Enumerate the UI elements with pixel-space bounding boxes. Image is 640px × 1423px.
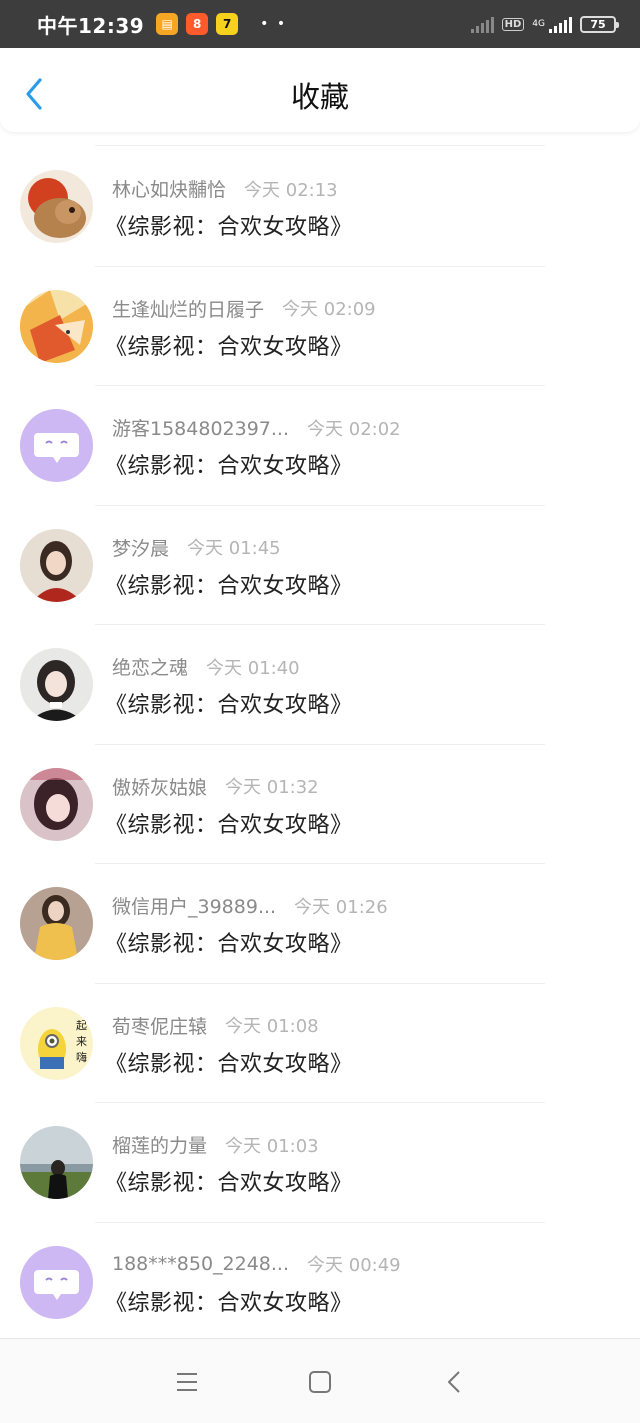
avatar[interactable] xyxy=(20,648,93,721)
list-item[interactable]: 188***850_2248... 今天 00:49 《综影视：合欢女攻略》 xyxy=(0,1223,640,1343)
avatar[interactable] xyxy=(20,528,93,602)
menu-icon xyxy=(177,1373,197,1391)
list-item[interactable]: 游客1584802397... 今天 02:02 《综影视：合欢女攻略》 xyxy=(0,386,640,506)
battery-icon: 75 xyxy=(580,15,619,33)
svg-text:来: 来 xyxy=(76,1035,87,1048)
nav-back-button[interactable] xyxy=(437,1365,471,1399)
default-avatar-icon xyxy=(20,1245,93,1319)
user-name: 榴莲的力量 xyxy=(112,1135,208,1157)
more-notifications-icon: • • xyxy=(260,16,288,32)
back-triangle-icon xyxy=(448,1371,460,1393)
user-name: 绝恋之魂 xyxy=(112,657,189,679)
user-name: 生逢灿烂的日履子 xyxy=(112,298,265,321)
timestamp: 今天 01:26 xyxy=(294,896,388,918)
timestamp: 今天 01:32 xyxy=(225,777,319,798)
divider xyxy=(95,145,545,146)
list-item[interactable]: 起 来 嗨 荀枣伲庄辕 今天 01:08 《综影视：合欢女攻略》 xyxy=(0,984,640,1103)
timestamp: 今天 01:03 xyxy=(225,1135,319,1157)
avatar[interactable] xyxy=(20,170,93,243)
book-title[interactable]: 《综影视：合欢女攻略》 xyxy=(105,1165,353,1197)
list-item[interactable]: 榴莲的力量 今天 01:03 《综影视：合欢女攻略》 xyxy=(0,1103,640,1223)
avatar[interactable] xyxy=(20,289,93,363)
svg-text:起: 起 xyxy=(76,1019,87,1032)
timestamp: 今天 01:40 xyxy=(206,657,300,679)
avatar[interactable] xyxy=(20,1245,93,1319)
book-title[interactable]: 《综影视：合欢女攻略》 xyxy=(105,329,353,361)
user-name: 游客1584802397... xyxy=(112,418,290,440)
avatar[interactable] xyxy=(20,767,93,841)
user-name: 傲娇灰姑娘 xyxy=(112,776,208,799)
signal-weak-icon xyxy=(470,15,494,33)
book-title[interactable]: 《综影视：合欢女攻略》 xyxy=(105,807,353,839)
avatar[interactable] xyxy=(20,1126,93,1199)
status-bar: 中午12:39 ▤ 8 7 • • HD 4G 75 xyxy=(0,0,640,48)
timestamp: 今天 02:13 xyxy=(244,179,338,201)
list-item[interactable]: 傲娇灰姑娘 今天 01:32 《综影视：合欢女攻略》 xyxy=(0,745,640,864)
avatar[interactable] xyxy=(20,887,93,960)
book-title[interactable]: 《综影视：合欢女攻略》 xyxy=(105,209,353,241)
shopping-app-icon: 8 xyxy=(186,13,209,35)
timestamp: 今天 02:09 xyxy=(282,299,376,320)
book-title[interactable]: 《综影视：合欢女攻略》 xyxy=(105,687,353,719)
avatar[interactable]: 起 来 嗨 xyxy=(20,1006,93,1080)
book-title[interactable]: 《综影视：合欢女攻略》 xyxy=(105,568,353,600)
list-item[interactable]: 生逢灿烂的日履子 今天 02:09 《综影视：合欢女攻略》 xyxy=(0,267,640,386)
timestamp: 今天 02:02 xyxy=(307,418,401,440)
user-name: 梦汐晨 xyxy=(112,537,170,560)
note-app-icon: ▤ xyxy=(156,13,179,35)
list-item[interactable]: 梦汐晨 今天 01:45 《综影视：合欢女攻略》 xyxy=(0,506,640,625)
favorites-list: 林心如炔黼恰 今天 02:13 《综影视：合欢女攻略》 生逢灿烂的日履子 今天 … xyxy=(0,147,640,1342)
system-nav-bar xyxy=(0,1338,640,1423)
timestamp: 今天 01:45 xyxy=(187,538,281,559)
page-header: 收藏 xyxy=(0,48,640,132)
book-title[interactable]: 《综影视：合欢女攻略》 xyxy=(105,1046,353,1078)
battery-level: 75 xyxy=(590,17,606,31)
book-title[interactable]: 《综影视：合欢女攻略》 xyxy=(105,448,353,480)
page-title: 收藏 xyxy=(290,80,349,114)
list-item[interactable]: 微信用户_39889... 今天 01:26 《综影视：合欢女攻略》 xyxy=(0,864,640,984)
list-item[interactable]: 林心如炔黼恰 今天 02:13 《综影视：合欢女攻略》 xyxy=(0,147,640,267)
default-avatar-icon xyxy=(20,409,93,482)
reader-app-icon: 7 xyxy=(216,13,239,35)
user-name: 荀枣伲庄辕 xyxy=(112,1015,208,1038)
timestamp: 今天 00:49 xyxy=(307,1254,401,1276)
status-time: 中午12:39 xyxy=(37,13,145,38)
book-title[interactable]: 《综影视：合欢女攻略》 xyxy=(105,926,353,958)
notification-icons: ▤ 8 7 • • xyxy=(156,13,287,35)
timestamp: 今天 01:08 xyxy=(225,1016,319,1037)
signal-strong-icon xyxy=(549,15,572,33)
user-name: 188***850_2248... xyxy=(112,1252,290,1275)
user-name: 林心如炔黼恰 xyxy=(112,179,227,201)
hd-badge: HD xyxy=(501,17,525,31)
svg-text:嗨: 嗨 xyxy=(76,1050,87,1064)
home-button[interactable] xyxy=(303,1365,337,1399)
network-type: 4G xyxy=(532,19,545,29)
menu-button[interactable] xyxy=(170,1365,204,1399)
user-name: 微信用户_39889... xyxy=(112,896,277,918)
list-item[interactable]: 绝恋之魂 今天 01:40 《综影视：合欢女攻略》 xyxy=(0,625,640,745)
home-square-icon xyxy=(309,1371,331,1393)
book-title[interactable]: 《综影视：合欢女攻略》 xyxy=(105,1285,353,1317)
avatar[interactable] xyxy=(20,409,93,482)
